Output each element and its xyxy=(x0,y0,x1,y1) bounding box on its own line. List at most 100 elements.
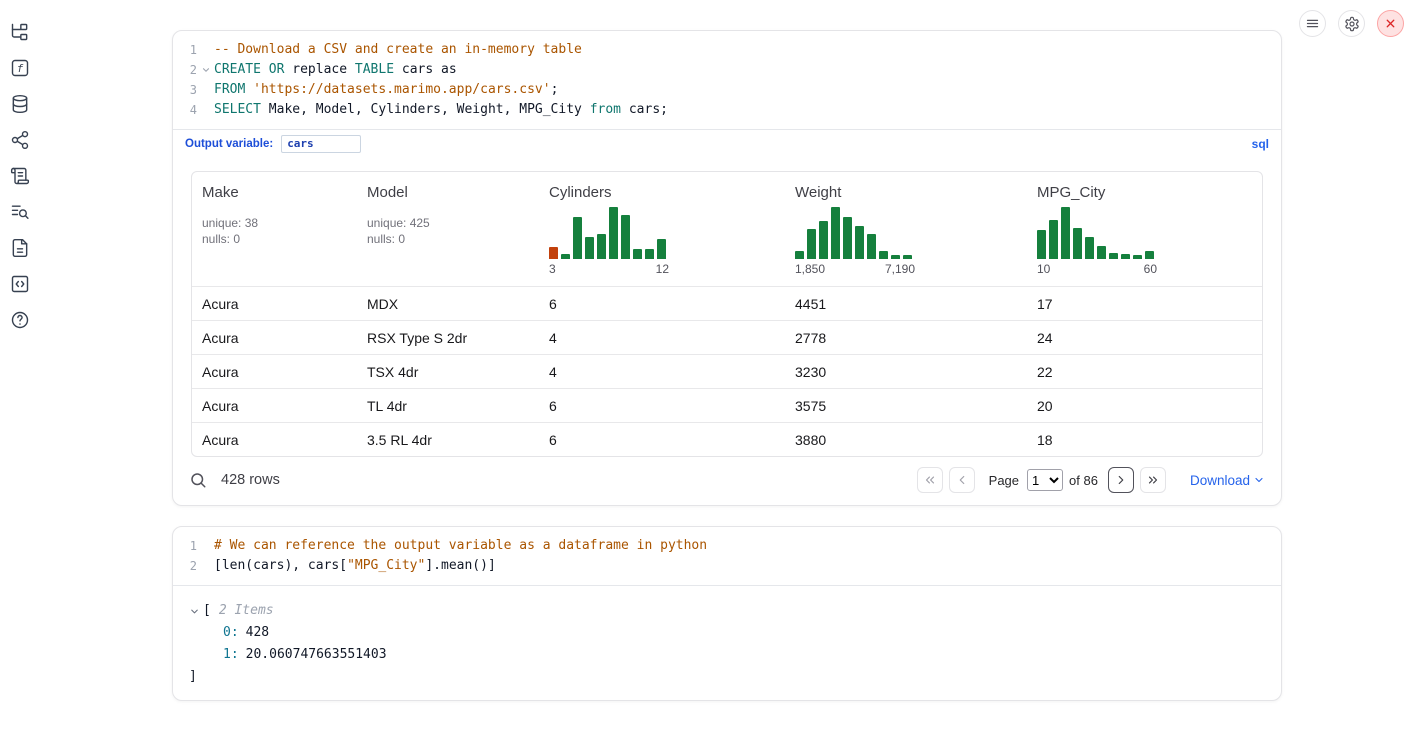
download-button[interactable]: Download xyxy=(1190,473,1265,488)
table-output-section: Makeunique: 38nulls: 0 Model unique: 425nu… xyxy=(173,157,1281,457)
null-count: nulls: 0 xyxy=(367,231,529,247)
prev-page-button[interactable] xyxy=(949,467,975,493)
items-count-label: 2 Items xyxy=(219,600,274,622)
chevron-left-icon xyxy=(955,473,969,487)
column-histogram[interactable]: 3 12 xyxy=(549,207,669,276)
table-cell: 18 xyxy=(1027,423,1262,456)
histogram-bar xyxy=(585,237,594,259)
sql-code-editor[interactable]: 1-- Download a CSV and create an in-memo… xyxy=(173,31,1281,129)
histogram-bar xyxy=(657,239,666,259)
fold-gutter xyxy=(197,536,214,556)
hamburger-icon xyxy=(1305,16,1320,31)
table-cell: 4 xyxy=(539,321,785,354)
column-header-make[interactable]: Makeunique: 38nulls: 0 xyxy=(192,172,357,286)
fold-chevron-icon[interactable] xyxy=(197,60,214,80)
code-line[interactable]: 3FROM 'https://datasets.marimo.app/cars.… xyxy=(173,80,1281,100)
histogram-bar xyxy=(843,217,852,259)
tree-entry-value: 20.060747663551403 xyxy=(246,647,387,662)
output-variable-row: Output variable: sql xyxy=(173,129,1281,157)
code-line[interactable]: 1# We can reference the output variable … xyxy=(173,536,1281,556)
histogram-bar xyxy=(855,226,864,259)
column-stats: unique: 425nulls: 0 xyxy=(367,215,529,247)
histogram-max-label: 12 xyxy=(656,262,669,276)
histogram-bar xyxy=(633,249,642,259)
table-cell: 3.5 RL 4dr xyxy=(357,423,539,456)
close-button[interactable] xyxy=(1377,10,1404,37)
line-number: 2 xyxy=(173,60,197,80)
chevron-down-icon[interactable] xyxy=(189,606,200,617)
page-select[interactable]: 1 xyxy=(1027,469,1063,491)
scratchpad-icon[interactable]: f xyxy=(9,57,31,79)
code-line[interactable]: 2CREATE OR replace TABLE cars as xyxy=(173,60,1281,80)
tree-root-line[interactable]: [ 2 Items xyxy=(189,600,1265,622)
table-cell: 6 xyxy=(539,423,785,456)
histogram-min-label: 3 xyxy=(549,262,556,276)
output-variable-input[interactable] xyxy=(281,135,361,153)
table-cell: 4 xyxy=(539,355,785,388)
code-line[interactable]: 2[len(cars), cars["MPG_City"].mean()] xyxy=(173,556,1281,576)
column-header-weight[interactable]: Weight1,8507,190 xyxy=(785,172,1027,286)
histogram-bar xyxy=(561,254,570,259)
table-cell: Acura xyxy=(192,321,357,354)
code-line[interactable]: 1-- Download a CSV and create an in-memo… xyxy=(173,40,1281,60)
python-cell-output: [ 2 Items 0: 428 1:20.060747663551403 ] xyxy=(173,585,1281,700)
tree-entry[interactable]: 1:20.060747663551403 xyxy=(189,644,1265,666)
table-cell: 17 xyxy=(1027,287,1262,320)
next-page-button[interactable] xyxy=(1108,467,1134,493)
svg-text:f: f xyxy=(17,62,24,75)
code-line[interactable]: 4SELECT Make, Model, Cylinders, Weight, … xyxy=(173,100,1281,120)
dependencies-icon[interactable] xyxy=(9,129,31,151)
column-histogram[interactable]: 1060 xyxy=(1037,207,1157,276)
histogram-bar xyxy=(1085,237,1094,259)
table-cell: 6 xyxy=(539,287,785,320)
outline-icon[interactable] xyxy=(9,165,31,187)
histogram-bar xyxy=(1061,207,1070,259)
chevron-right-icon xyxy=(1114,473,1128,487)
snippets-icon[interactable] xyxy=(9,273,31,295)
histogram-bar xyxy=(645,249,654,259)
column-header-mpg_city[interactable]: MPG_City1060 xyxy=(1027,172,1262,286)
datasources-icon[interactable] xyxy=(9,93,31,115)
search-icon xyxy=(189,471,207,489)
fold-gutter xyxy=(197,100,214,120)
table-row[interactable]: AcuraTL 4dr6357520 xyxy=(192,388,1262,422)
help-icon[interactable] xyxy=(9,309,31,331)
table-cell: 24 xyxy=(1027,321,1262,354)
last-page-button[interactable] xyxy=(1140,467,1166,493)
output-variable-label: Output variable: xyxy=(185,138,273,150)
tree-entry[interactable]: 0: 428 xyxy=(189,622,1265,644)
code-text: SELECT Make, Model, Cylinders, Weight, M… xyxy=(214,100,668,120)
menu-button[interactable] xyxy=(1299,10,1326,37)
pagination: Page 1 of 86 Download xyxy=(917,467,1265,493)
table-row[interactable]: AcuraTSX 4dr4323022 xyxy=(192,354,1262,388)
documentation-icon[interactable] xyxy=(9,237,31,259)
notebook-canvas: 1-- Download a CSV and create an in-memo… xyxy=(172,30,1282,701)
code-text: FROM 'https://datasets.marimo.app/cars.c… xyxy=(214,80,558,100)
column-header-cylinders[interactable]: Cylinders312 xyxy=(539,172,785,286)
histogram-bar xyxy=(867,234,876,259)
column-header-model[interactable]: Model unique: 425nulls: 0 xyxy=(357,172,539,286)
table-cell: 6 xyxy=(539,389,785,422)
first-page-button[interactable] xyxy=(917,467,943,493)
histogram-min-label: 1,850 xyxy=(795,262,825,276)
table-row[interactable]: AcuraRSX Type S 2dr4277824 xyxy=(192,320,1262,354)
close-bracket: ] xyxy=(189,666,1265,688)
histogram-bars xyxy=(795,207,915,259)
tree-entry-key: 0: xyxy=(223,625,239,640)
file-tree-icon[interactable] xyxy=(9,21,31,43)
column-histogram[interactable]: 1,8507,190 xyxy=(795,207,915,276)
gear-icon xyxy=(1344,16,1360,32)
row-count: 428 rows xyxy=(221,472,280,488)
table-row[interactable]: AcuraMDX6445117 xyxy=(192,286,1262,320)
table-cell: Acura xyxy=(192,389,357,422)
column-name: Model xyxy=(367,184,529,201)
settings-button[interactable] xyxy=(1338,10,1365,37)
tree-entry-value: 428 xyxy=(246,625,269,640)
search-button[interactable] xyxy=(189,471,207,489)
window-controls xyxy=(1299,10,1404,37)
table-row[interactable]: Acura3.5 RL 4dr6388018 xyxy=(192,422,1262,456)
table-cell: Acura xyxy=(192,423,357,456)
python-code-editor[interactable]: 1# We can reference the output variable … xyxy=(173,527,1281,585)
table-cell: 2778 xyxy=(785,321,1027,354)
logs-icon[interactable] xyxy=(9,201,31,223)
